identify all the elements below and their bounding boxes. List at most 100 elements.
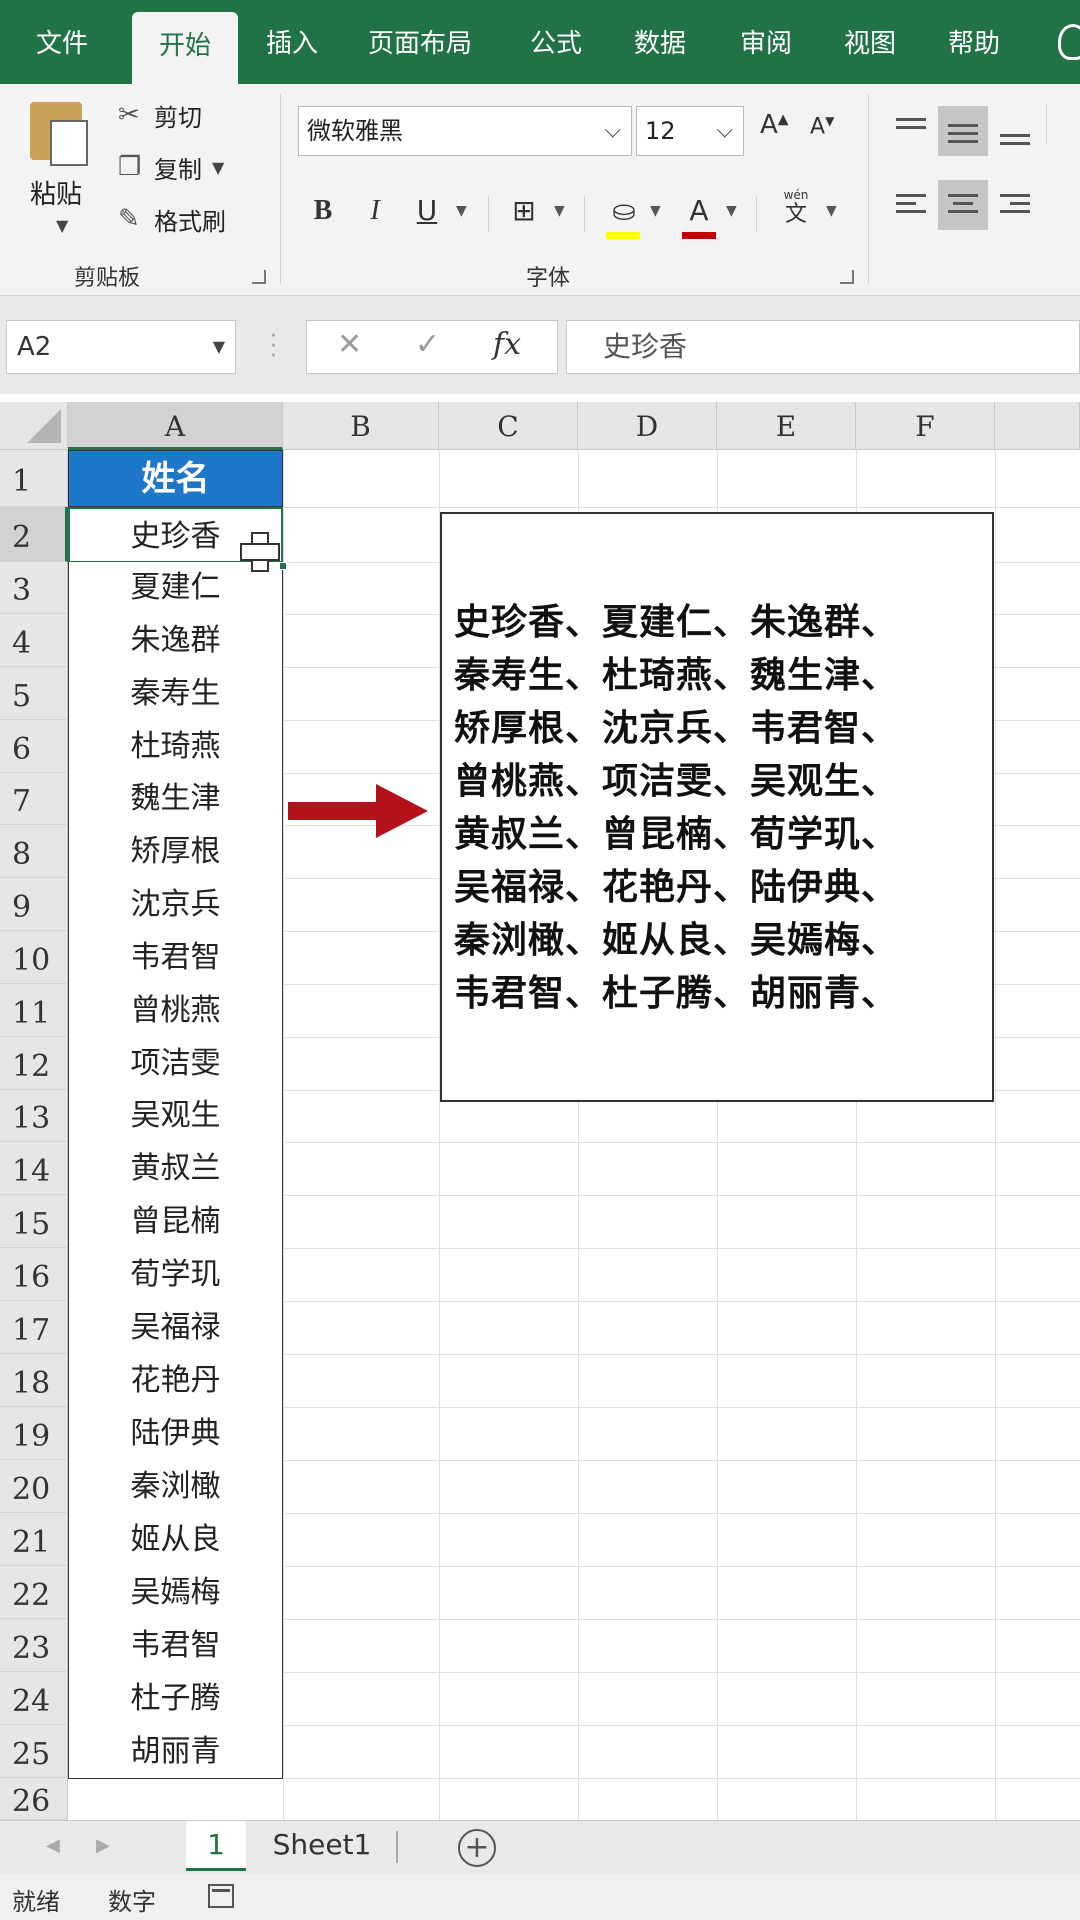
row-header[interactable]: 12 [0,1037,68,1090]
sheet-tab-1[interactable]: 1 [186,1821,246,1871]
dialog-launcher-icon[interactable] [840,270,854,284]
row-header[interactable]: 3 [0,562,68,614]
column-header-g[interactable] [995,402,1080,450]
column-header-d[interactable]: D [578,402,717,450]
font-size-select[interactable]: 12 ⌵ [636,106,744,156]
header-cell-name[interactable]: 姓名 [68,450,283,507]
row-header[interactable]: 8 [0,825,68,878]
name-cell[interactable]: 朱逸群 [68,614,283,668]
row-header[interactable]: 23 [0,1619,68,1672]
align-middle-icon[interactable] [938,106,988,156]
align-left-icon[interactable] [886,180,936,230]
name-cell[interactable]: 姬从良 [68,1513,283,1567]
name-cell[interactable]: 沈京兵 [68,878,283,932]
row-header[interactable]: 24 [0,1672,68,1725]
name-cell[interactable]: 杜子腾 [68,1672,283,1726]
name-cell[interactable]: 吴福禄 [68,1301,283,1355]
name-cell[interactable]: 矫厚根 [68,825,283,879]
names-text-box[interactable]: 史珍香、夏建仁、朱逸群、 秦寿生、杜琦燕、魏生津、 矫厚根、沈京兵、韦君智、 曾… [440,512,994,1102]
column-header-b[interactable]: B [283,402,439,450]
formula-input[interactable]: 史珍香 [566,320,1080,374]
row-header[interactable]: 1 [0,450,68,507]
tab-help[interactable]: 帮助 [928,0,1020,84]
tab-data[interactable]: 数据 [614,0,706,84]
drag-handle-icon[interactable]: · · · [270,326,277,368]
row-header[interactable]: 14 [0,1142,68,1195]
chevron-down-icon[interactable]: ▼ [650,188,661,234]
name-cell[interactable]: 胡丽青 [68,1725,283,1779]
row-header[interactable]: 22 [0,1566,68,1619]
scroll-right-icon[interactable]: ▶ [96,1835,110,1856]
align-center-icon[interactable] [938,180,988,230]
copy-button[interactable]: ❐ 复制 ▼ [118,148,224,186]
name-cell[interactable]: 荀学玑 [68,1248,283,1302]
add-sheet-button[interactable]: + [458,1829,496,1867]
dialog-launcher-icon[interactable] [252,270,266,284]
italic-button[interactable]: I [360,188,390,234]
fill-color-icon[interactable]: ⛀ [604,188,644,234]
chevron-down-icon[interactable]: ▼ [826,188,837,234]
tab-formulas[interactable]: 公式 [510,0,602,84]
column-header-c[interactable]: C [439,402,578,450]
row-header[interactable]: 10 [0,931,68,984]
name-cell[interactable]: 韦君智 [68,931,283,985]
align-bottom-icon[interactable] [990,106,1040,156]
column-header-a[interactable]: A [68,402,283,450]
fill-handle[interactable] [279,562,287,570]
name-cell[interactable]: 魏生津 [68,773,283,826]
tab-page-layout[interactable]: 页面布局 [350,0,490,84]
worksheet-grid[interactable]: A B C D E F 1 2 3 4 5 6 7 8 9 10 11 12 13 14 15 16 17 18 1… [0,402,1080,1820]
align-top-icon[interactable] [886,106,936,156]
row-header[interactable]: 25 [0,1725,68,1778]
name-cell[interactable]: 曾昆楠 [68,1195,283,1249]
row-header[interactable]: 7 [0,773,68,825]
name-box[interactable]: A2 ▼ [6,320,236,374]
cut-button[interactable]: ✂ 剪切 [118,96,202,134]
column-header-f[interactable]: F [856,402,995,450]
name-cell[interactable]: 杜琦燕 [68,720,283,774]
borders-icon[interactable]: ⊞ [504,188,544,234]
select-all-button[interactable] [0,402,68,450]
row-header[interactable]: 5 [0,667,68,720]
row-header[interactable]: 26 [0,1778,68,1820]
name-cell[interactable]: 黄叔兰 [68,1142,283,1196]
underline-button[interactable]: U [410,188,444,234]
macro-recording-icon[interactable] [208,1884,234,1908]
row-header[interactable]: 2 [0,507,68,562]
tab-file[interactable]: 文件 [10,0,114,84]
name-cell[interactable]: 秦浏橄 [68,1460,283,1514]
name-cell[interactable]: 吴观生 [68,1090,283,1143]
row-header[interactable]: 17 [0,1301,68,1354]
tab-insert[interactable]: 插入 [246,0,338,84]
decrease-font-button[interactable]: A▼ [810,114,834,139]
row-header[interactable]: 16 [0,1248,68,1301]
font-name-select[interactable]: 微软雅黑 ⌵ [298,106,632,156]
enter-icon[interactable]: ✓ [415,327,440,362]
column-header-e[interactable]: E [717,402,856,450]
font-color-button[interactable]: A [682,188,716,234]
format-painter-button[interactable]: ✎ 格式刷 [118,200,226,238]
row-header[interactable]: 21 [0,1513,68,1566]
chevron-down-icon[interactable]: ▼ [554,188,565,234]
row-header[interactable]: 20 [0,1460,68,1513]
phonetic-guide-button[interactable]: wén 文 [776,188,816,228]
row-header[interactable]: 4 [0,614,68,667]
name-cell[interactable]: 秦寿生 [68,667,283,721]
lightbulb-icon[interactable] [1058,24,1080,60]
name-cell[interactable]: 曾桃燕 [68,984,283,1038]
bold-button[interactable]: B [308,188,338,234]
name-cell[interactable]: 韦君智 [68,1619,283,1673]
scroll-left-icon[interactable]: ◀ [46,1835,60,1856]
cancel-icon[interactable]: ✕ [337,327,362,362]
row-header[interactable]: 19 [0,1407,68,1460]
tab-home[interactable]: 开始 [132,12,238,84]
row-header[interactable]: 15 [0,1195,68,1248]
name-cell[interactable]: 陆伊典 [68,1407,283,1461]
sheet-tab-sheet1[interactable]: Sheet1 [262,1821,382,1871]
row-header[interactable]: 9 [0,878,68,931]
increase-font-button[interactable]: A▲ [760,110,789,140]
tab-review[interactable]: 审阅 [720,0,812,84]
align-right-icon[interactable] [990,180,1040,230]
row-header[interactable]: 13 [0,1090,68,1142]
insert-function-icon[interactable]: fx [493,327,521,362]
